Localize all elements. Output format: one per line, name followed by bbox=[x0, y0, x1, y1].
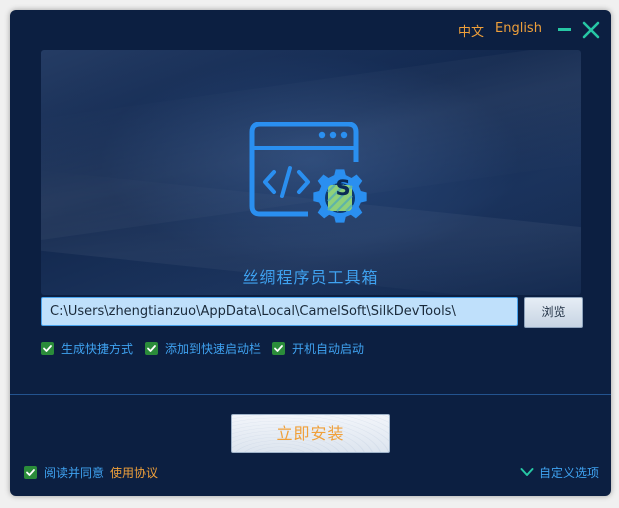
agreement-checkbox[interactable] bbox=[24, 465, 37, 479]
code-window-gear-icon bbox=[248, 121, 374, 232]
checkbox-checked-icon[interactable] bbox=[145, 341, 158, 355]
option-create-shortcut[interactable]: 生成快捷方式 bbox=[41, 340, 133, 356]
title-bar: 中文 English bbox=[10, 10, 611, 50]
checkbox-checked-icon[interactable] bbox=[41, 341, 54, 355]
installer-window: 中文 English S 丝绸程序员工具箱 C:\Users\zhengtian… bbox=[10, 10, 611, 496]
product-title: 丝绸程序员工具箱 bbox=[242, 268, 379, 287]
custom-options-toggle[interactable]: 自定义选项 bbox=[520, 464, 599, 480]
logo-letter: S bbox=[335, 176, 351, 200]
chevron-down-icon bbox=[520, 468, 534, 476]
option-label: 开机自动启动 bbox=[292, 341, 365, 356]
custom-options-label: 自定义选项 bbox=[539, 465, 600, 480]
option-label: 生成快捷方式 bbox=[61, 341, 134, 356]
option-auto-start[interactable]: 开机自动启动 bbox=[272, 340, 364, 356]
option-label: 添加到快速启动栏 bbox=[165, 341, 262, 356]
checkbox-checked-icon[interactable] bbox=[272, 341, 285, 355]
minimize-icon[interactable] bbox=[558, 28, 571, 31]
install-path-input[interactable] bbox=[41, 297, 518, 326]
agreement-text[interactable]: 阅读并同意 bbox=[44, 464, 104, 481]
install-now-button[interactable]: 立即安装 bbox=[231, 414, 390, 453]
language-chinese-link[interactable]: 中文 bbox=[458, 21, 484, 40]
language-english-link[interactable]: English bbox=[495, 21, 542, 36]
browse-button[interactable]: 浏览 bbox=[524, 297, 583, 328]
agreement-row: 阅读并同意 使用协议 bbox=[24, 464, 158, 480]
option-quick-launch[interactable]: 添加到快速启动栏 bbox=[145, 340, 261, 356]
license-link[interactable]: 使用协议 bbox=[110, 464, 158, 481]
divider bbox=[10, 394, 611, 395]
close-icon[interactable] bbox=[581, 20, 601, 40]
